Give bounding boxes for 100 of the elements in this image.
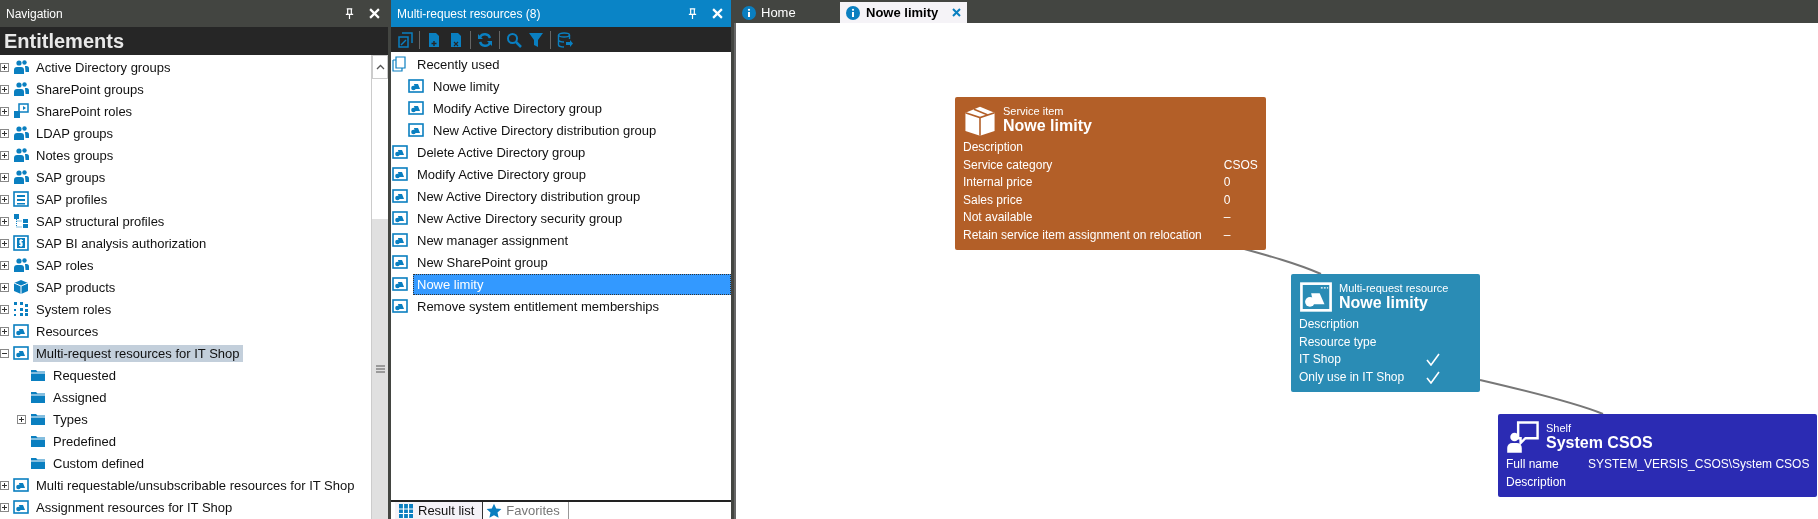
tree-item[interactable]: SharePoint roles [33,102,136,120]
resource-icon [392,210,408,226]
plus-icon[interactable] [0,84,9,94]
card-title: System CSOS [1546,434,1653,452]
entity-card[interactable]: Multi-request resource Nowe limity Description Resource type IT Shop Only use in IT Shop [1291,274,1480,392]
people-icon [13,125,29,141]
resource-icon [13,323,29,339]
resource-icon [392,188,408,204]
tree-item[interactable]: Resources [33,322,102,340]
plus-icon[interactable] [0,172,9,182]
tree-item[interactable]: SAP roles [33,256,97,274]
field-label: Description [1506,473,1567,491]
tree-item[interactable]: SAP groups [33,168,109,186]
resource-icon [408,122,424,138]
delete-document-icon[interactable] [448,31,464,48]
scrollbar[interactable] [371,55,388,519]
list-item[interactable]: Recently used [413,53,731,75]
tree-item[interactable]: SAP products [33,278,119,296]
list-item[interactable]: New Active Directory distribution group [429,119,731,141]
hierarchy-icon [13,213,29,229]
tree-item[interactable]: Notes groups [33,146,117,164]
field-label: Full name [1506,456,1560,473]
add-document-icon[interactable] [426,31,442,48]
tree-item[interactable]: SharePoint groups [33,80,147,98]
list-item[interactable]: Modify Active Directory group [429,97,731,119]
tree-item[interactable]: LDAP groups [33,124,117,142]
resource-icon [392,144,408,160]
scroll-up-icon[interactable] [375,64,385,70]
tree-item[interactable]: Predefined [50,432,119,450]
plus-icon[interactable] [0,326,9,336]
field-label: Service category [963,156,1054,174]
list-item[interactable]: New SharePoint group [413,251,731,273]
plus-icon[interactable] [0,502,9,512]
entity-card[interactable]: Shelf System CSOS Full name SYSTEM_VERSIS_CSOS\System CSOS Description [1498,414,1818,497]
tree-item[interactable]: Requested [50,366,119,384]
card-title: Nowe limity [1003,117,1092,135]
list-item[interactable]: Modify Active Directory group [413,163,731,185]
card-type: Shelf [1546,422,1573,434]
plus-icon[interactable] [0,194,9,204]
tree-item[interactable]: Multi-request resources for IT Shop [33,344,243,362]
refresh-icon[interactable] [477,31,493,48]
tree-item[interactable]: Custom defined [50,454,148,472]
resource-icon [408,78,424,94]
plus-icon[interactable] [0,128,9,138]
entity-card[interactable]: Service item Nowe limity Description Service category CSOS Internal price 0 Sales price 0 Not available – Retain service item assignment on relocation – [955,97,1266,250]
list-item[interactable]: Delete Active Directory group [413,141,731,163]
field-value: – [1223,226,1232,244]
list-item[interactable]: Nowe limity [429,75,731,97]
pin-icon[interactable] [687,8,698,19]
tree-item[interactable]: System roles [33,300,115,318]
list-item[interactable]: New Active Directory distribution group [413,185,731,207]
tree-item[interactable]: SAP structural profiles [33,212,168,230]
tab[interactable]: Favorites [483,502,569,519]
plus-icon[interactable] [0,62,9,72]
resource-icon [392,232,408,248]
plus-icon[interactable] [0,480,9,490]
info-icon [742,5,756,20]
plus-icon[interactable] [0,282,9,292]
database-export-icon[interactable] [557,31,573,48]
tree-item[interactable]: Types [50,410,91,428]
plus-icon[interactable] [0,106,9,116]
tree-item[interactable]: Assignment resources for IT Shop [33,498,236,516]
plus-icon[interactable] [0,260,9,270]
field-value: CSOS [1223,156,1258,174]
tree-item[interactable]: SAP BI analysis authorization [33,234,210,252]
tree-item[interactable]: SAP profiles [33,190,111,208]
card-type: Service item [1003,105,1065,117]
list-item[interactable]: New manager assignment [413,229,731,251]
people-icon [13,147,29,163]
plus-icon[interactable] [0,238,9,248]
tab[interactable]: Result list [395,502,484,519]
list-item[interactable]: New Active Directory security group [413,207,731,229]
plus-icon[interactable] [0,150,9,160]
grid-icon [398,502,414,519]
dots-icon [13,301,29,317]
field-label: Only use in IT Shop [1299,368,1405,386]
tree-item[interactable]: Multi requestable/unsubscribable resources for IT Shop [33,476,358,494]
filter-icon[interactable] [528,31,544,48]
plus-icon[interactable] [17,414,26,424]
tree-item[interactable]: Assigned [50,388,110,406]
search-icon[interactable] [506,31,522,48]
folder-icon [30,433,46,449]
pin-icon[interactable] [344,8,355,19]
plus-icon[interactable] [0,304,9,314]
list-item[interactable]: Remove system entitlement memberships [413,295,731,317]
field-label: Not available [963,209,1034,226]
minus-icon[interactable] [0,348,9,358]
info-icon [846,5,860,20]
document-tab[interactable]: Home [736,2,840,23]
field-value: 0 [1223,174,1232,191]
plus-icon[interactable] [0,216,9,226]
folder-icon [30,455,46,471]
copy-edit-icon[interactable] [397,31,413,48]
folder-icon [30,411,46,427]
document-tab[interactable]: Nowe limity [840,2,968,23]
card-title: Nowe limity [1339,294,1429,312]
resource-icon [392,298,408,314]
screen-icon [13,103,29,119]
tree-item[interactable]: Active Directory groups [33,58,174,76]
star-icon [486,502,503,519]
